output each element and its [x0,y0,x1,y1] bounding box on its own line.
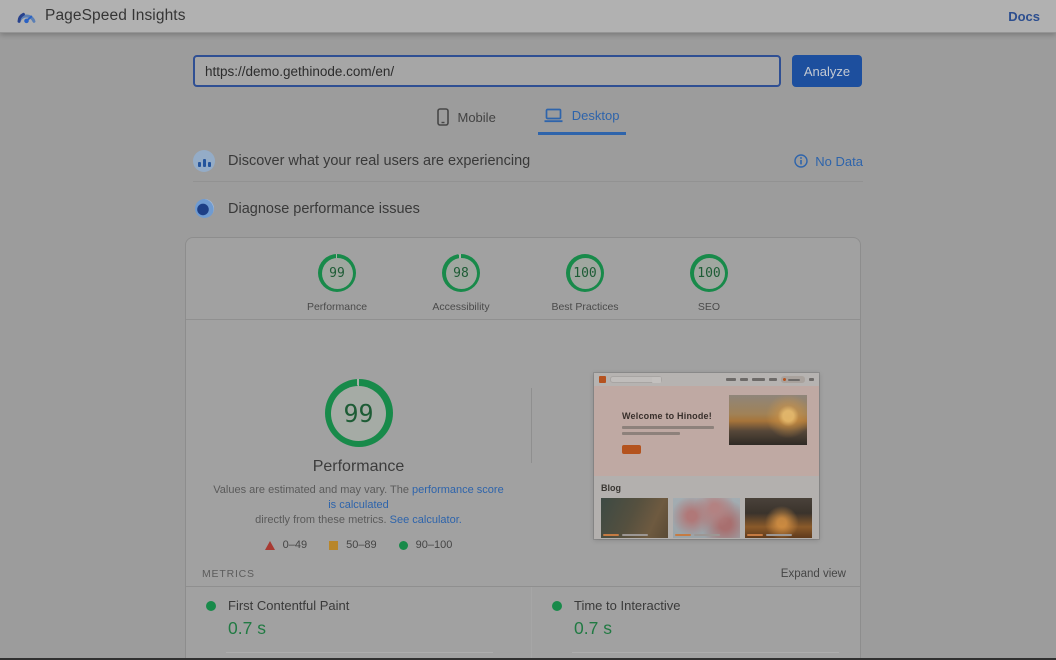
tab-mobile[interactable]: Mobile [431,104,502,135]
no-data-status[interactable]: No Data [794,154,863,169]
metric-pass-dot-icon [206,600,216,611]
thumb-nav-pill [781,376,805,383]
legend-range: 90–100 [415,539,453,551]
lab-data-title: Diagnose performance issues [228,200,420,217]
info-icon [794,154,808,168]
tab-desktop-label: Desktop [571,108,620,123]
thumb-hero-text [622,432,680,435]
score-label: Accessibility [432,301,490,313]
performance-gauge-value: 99 [343,398,374,428]
metric-pass-dot-icon [552,600,562,611]
score-label: Best Practices [551,301,619,313]
score-ring: 98 [442,254,480,292]
thumb-hero-image [729,395,807,445]
legend-range: 50–89 [346,539,377,551]
thumb-blog-image [601,498,668,538]
thumb-blog-section: Blog [594,476,819,538]
category-scores-row: 99 Performance 98 Accessibility 100 Best… [186,238,860,313]
gauge-desc-text: Values are estimated and may vary. The [213,484,412,496]
score-ring: 100 [566,254,604,292]
score-value: 100 [573,265,597,281]
field-data-title: Discover what your real users are experi… [228,153,531,169]
score-value: 100 [697,265,721,281]
lab-data-section-header: Diagnose performance issues [195,199,420,218]
section-divider [193,181,863,182]
see-calculator-link[interactable]: See calculator. [390,514,462,526]
thumb-hero: Welcome to Hinode! [594,386,819,476]
performance-gauge-label: Performance [312,458,405,475]
expand-view-link[interactable]: Expand view [781,568,846,580]
score-ring: 100 [690,254,728,292]
score-accessibility[interactable]: 98 Accessibility [422,254,500,313]
thumb-blog-heading: Blog [601,483,621,493]
score-value: 99 [329,265,345,281]
metric-name: First Contentful Paint [228,598,350,613]
score-best-practices[interactable]: 100 Best Practices [546,254,624,313]
thumb-site-logo [599,376,606,383]
legend-average: 50–89 [329,539,377,551]
thumb-hero-button [622,445,641,454]
mobile-phone-icon [436,108,449,126]
gauge-desc-text: directly from these metrics. [255,514,390,526]
metric-value: 0.7 s [228,618,266,638]
thumb-blog-image [673,498,740,538]
score-ring: 99 [318,254,356,292]
performance-gauge-block: 99 Performance Values are estimated and … [186,379,531,551]
legend-pass: 90–100 [398,539,453,551]
score-label: Performance [306,301,368,313]
score-value: 98 [453,265,469,281]
field-data-section-header: Discover what your real users are experi… [193,147,863,175]
real-users-icon [193,150,215,172]
fail-triangle-icon [264,540,275,550]
metric-time-to-interactive: Time to Interactive 0.7 s [532,587,869,653]
thumb-hero-title: Welcome to Hinode! [622,411,712,421]
score-seo[interactable]: 100 SEO [670,254,748,313]
score-legend: 0–49 50–89 90–100 [186,539,531,551]
legend-range: 0–49 [282,539,308,551]
app-header: PageSpeed Insights Docs [0,0,1056,33]
analyze-button[interactable]: Analyze [792,55,862,87]
url-input[interactable] [193,55,781,87]
metric-value: 0.7 s [574,618,612,638]
metric-first-contentful-paint: First Contentful Paint 0.7 s [186,587,523,653]
tab-mobile-label: Mobile [457,109,496,125]
gauge-description: Values are estimated and may vary. The p… [209,483,509,528]
pagespeed-gauge-icon [16,9,37,24]
performance-gauge-ring: 99 [324,379,393,447]
app-logo[interactable]: PageSpeed Insights [16,7,186,25]
report-card: 99 Performance 98 Accessibility 100 Best… [185,237,861,660]
diagnose-gauge-icon [195,199,214,218]
score-performance[interactable]: 99 Performance [298,254,376,313]
thumb-shortcut-badge [652,376,661,383]
desktop-laptop-icon [544,108,563,123]
thumb-navbar [594,373,819,386]
legend-fail: 0–49 [264,539,308,551]
average-square-icon [329,540,339,550]
vertical-divider [531,388,532,463]
site-screenshot-thumbnail: Welcome to Hinode! Blog [594,373,819,539]
tab-desktop[interactable]: Desktop [537,104,626,135]
pass-circle-icon [398,540,408,550]
device-tabs: Mobile Desktop [0,104,1056,135]
metrics-heading: METRICS [202,568,255,580]
app-title: PageSpeed Insights [45,7,186,24]
thumb-hero-text [622,426,714,429]
no-data-label: No Data [815,153,863,169]
thumb-nav-links [726,376,814,383]
thumb-blog-image [745,498,812,538]
score-label: SEO [697,301,721,313]
docs-link[interactable]: Docs [1008,9,1040,24]
card-divider [186,319,860,320]
metric-name: Time to Interactive [574,598,681,613]
